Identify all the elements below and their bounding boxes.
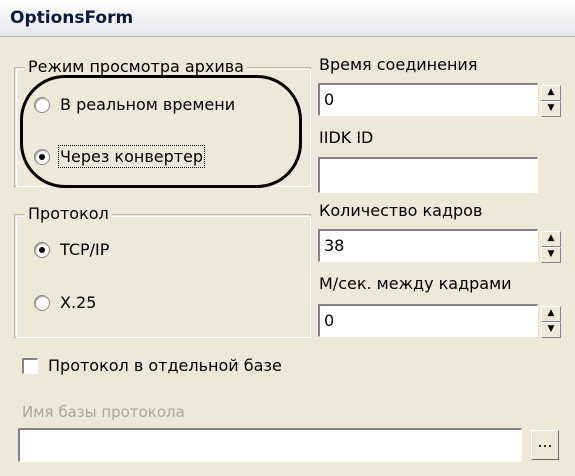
frame-count-label: Количество кадров (319, 201, 483, 220)
iidk-id-label: IIDK ID (319, 128, 374, 147)
title-bar: OptionsForm (0, 0, 575, 37)
spin-down-icon[interactable]: ▼ (541, 101, 561, 117)
radio-x25-dot[interactable] (34, 294, 50, 311)
archive-mode-group: Режим просмотра архива (14, 57, 311, 187)
db-name-label: Имя базы протокола (22, 403, 185, 421)
radio-x25[interactable]: X.25 (34, 293, 96, 312)
radio-realtime-label: В реальном времени (60, 95, 236, 114)
checkbox-box[interactable] (22, 357, 38, 374)
window-title: OptionsForm (10, 8, 134, 28)
protocol-group: Протокол (14, 204, 311, 338)
ms-between-frames-input[interactable]: 0 (318, 304, 538, 337)
browse-button[interactable]: ... (531, 430, 559, 460)
radio-converter-label: Через конвертер (57, 145, 206, 168)
radio-tcpip[interactable]: TCP/IP (34, 240, 109, 259)
spin-up-icon[interactable]: ▲ (541, 231, 561, 247)
radio-realtime[interactable]: В реальном времени (34, 95, 235, 114)
separate-db-label: Протокол в отдельной базе (48, 356, 282, 375)
frame-count-input[interactable]: 38 (318, 229, 538, 262)
ms-between-frames-spinner[interactable]: ▲ ▼ (541, 306, 561, 338)
frame-count-spinner[interactable]: ▲ ▼ (541, 231, 561, 263)
spin-down-icon[interactable]: ▼ (541, 322, 561, 338)
iidk-id-input[interactable] (318, 157, 538, 193)
radio-tcpip-dot[interactable] (34, 241, 50, 258)
separate-db-checkbox[interactable]: Протокол в отдельной базе (22, 356, 282, 375)
db-name-input[interactable] (18, 428, 522, 462)
connection-time-label: Время соединения (319, 55, 478, 74)
ms-between-frames-label: М/сек. между кадрами (319, 274, 512, 293)
archive-mode-legend: Режим просмотра архива (25, 57, 247, 77)
radio-tcpip-label: TCP/IP (60, 240, 110, 259)
radio-x25-label: X.25 (60, 293, 97, 312)
spin-up-icon[interactable]: ▲ (541, 85, 561, 101)
radio-converter-dot[interactable] (34, 148, 50, 165)
radio-converter[interactable]: Через конвертер (34, 145, 206, 168)
connection-time-spinner[interactable]: ▲ ▼ (541, 85, 561, 117)
protocol-legend: Протокол (25, 204, 112, 224)
connection-time-input[interactable]: 0 (318, 83, 538, 116)
spin-down-icon[interactable]: ▼ (541, 247, 561, 263)
spin-up-icon[interactable]: ▲ (541, 306, 561, 322)
radio-realtime-dot[interactable] (34, 96, 50, 113)
